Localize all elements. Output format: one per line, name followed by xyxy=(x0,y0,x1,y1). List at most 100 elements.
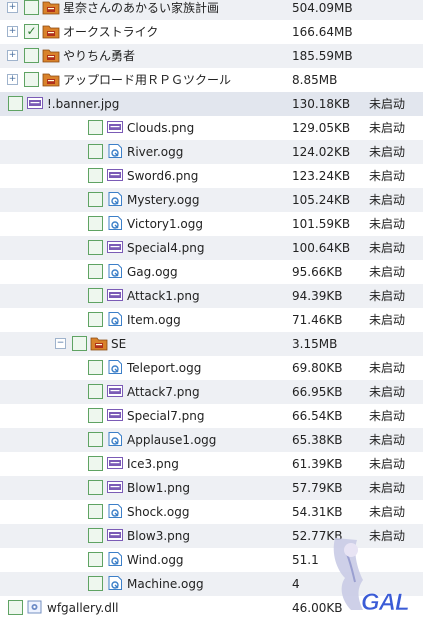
tree-folder-row[interactable]: +アップロード用ＲＰＧツクール8.85MB xyxy=(0,68,423,92)
row-checkbox[interactable] xyxy=(24,72,39,87)
tree-file-row[interactable]: Special7.png66.54KB未启动 xyxy=(0,404,423,428)
row-checkbox[interactable] xyxy=(88,576,103,591)
item-name: Gag.ogg xyxy=(127,264,178,280)
item-size: 57.79KB xyxy=(292,480,342,496)
item-size: 3.15MB xyxy=(292,336,337,352)
item-status: 未启动 xyxy=(369,504,405,520)
expand-icon[interactable]: + xyxy=(7,2,18,13)
item-name: Item.ogg xyxy=(127,312,181,328)
row-checkbox[interactable] xyxy=(88,384,103,399)
folder-icon xyxy=(42,47,60,63)
row-checkbox[interactable] xyxy=(88,432,103,447)
folder-icon xyxy=(90,335,108,351)
tree-file-row[interactable]: River.ogg124.02KB未启动 xyxy=(0,140,423,164)
row-checkbox[interactable] xyxy=(24,0,39,15)
row-checkbox[interactable] xyxy=(88,192,103,207)
image-file-icon xyxy=(106,119,124,135)
item-name: Attack7.png xyxy=(127,384,200,400)
tree-file-row[interactable]: Attack1.png94.39KB未启动 xyxy=(0,284,423,308)
tree-folder-row[interactable]: + ✓ オークストライク 166.64MB xyxy=(0,20,423,44)
tree-file-row[interactable]: Gag.ogg95.66KB未启动 xyxy=(0,260,423,284)
tree-file-row[interactable]: Item.ogg71.46KB未启动 xyxy=(0,308,423,332)
item-name: Applause1.ogg xyxy=(127,432,216,448)
audio-file-icon xyxy=(106,503,124,519)
item-size: 61.39KB xyxy=(292,456,342,472)
row-checkbox[interactable] xyxy=(88,264,103,279)
item-size: 51.1 xyxy=(292,552,319,568)
collapse-icon[interactable]: − xyxy=(55,338,66,349)
item-status: 未启动 xyxy=(369,120,405,136)
row-checkbox[interactable] xyxy=(88,456,103,471)
image-file-icon xyxy=(106,407,124,423)
image-file-icon xyxy=(26,95,44,111)
row-checkbox[interactable] xyxy=(88,120,103,135)
tree-file-row[interactable]: Applause1.ogg65.38KB未启动 xyxy=(0,428,423,452)
row-checkbox[interactable] xyxy=(8,600,23,615)
folder-icon xyxy=(42,23,60,39)
tree-file-row[interactable]: Shock.ogg54.31KB未启动 xyxy=(0,500,423,524)
item-name: Sword6.png xyxy=(127,168,198,184)
file-tree: +星奈さんのあかるい家族計画504.09MB+✓オークストライク166.64MB… xyxy=(0,0,423,614)
item-size: 65.38KB xyxy=(292,432,342,448)
tree-file-row[interactable]: !.banner.jpg130.18KB未启动 xyxy=(0,92,423,116)
watermark-text: GAL xyxy=(361,589,409,614)
row-checkbox[interactable]: ✓ xyxy=(24,24,39,39)
tree-folder-row[interactable]: − SE 3.15MB xyxy=(0,332,423,356)
item-size: 166.64MB xyxy=(292,24,353,40)
row-checkbox[interactable] xyxy=(88,288,103,303)
row-checkbox[interactable] xyxy=(88,168,103,183)
row-checkbox[interactable] xyxy=(88,504,103,519)
tree-file-row[interactable]: Mystery.ogg105.24KB未启动 xyxy=(0,188,423,212)
expand-icon[interactable]: + xyxy=(7,26,18,37)
item-size: 100.64KB xyxy=(292,240,350,256)
audio-file-icon xyxy=(106,191,124,207)
item-name: Machine.ogg xyxy=(127,576,204,592)
row-checkbox[interactable] xyxy=(88,312,103,327)
audio-file-icon xyxy=(106,575,124,591)
dll-file-icon xyxy=(26,599,44,615)
item-status: 未启动 xyxy=(369,360,405,376)
row-checkbox[interactable] xyxy=(88,216,103,231)
expand-icon[interactable]: + xyxy=(7,50,18,61)
row-checkbox[interactable] xyxy=(88,408,103,423)
tree-file-row[interactable]: Attack7.png66.95KB未启动 xyxy=(0,380,423,404)
item-status: 未启动 xyxy=(369,240,405,256)
tree-file-row[interactable]: Blow1.png57.79KB未启动 xyxy=(0,476,423,500)
item-name: Attack1.png xyxy=(127,288,200,304)
item-status: 未启动 xyxy=(369,456,405,472)
item-name: Shock.ogg xyxy=(127,504,190,520)
item-name: !.banner.jpg xyxy=(47,96,119,112)
tree-file-row[interactable]: Victory1.ogg101.59KB未启动 xyxy=(0,212,423,236)
audio-file-icon xyxy=(106,431,124,447)
item-status: 未启动 xyxy=(369,408,405,424)
folder-icon xyxy=(42,71,60,87)
item-name: Blow3.png xyxy=(127,528,190,544)
item-name: SE xyxy=(111,336,126,352)
row-checkbox[interactable] xyxy=(88,528,103,543)
tree-file-row[interactable]: Teleport.ogg69.80KB未启动 xyxy=(0,356,423,380)
item-name: Wind.ogg xyxy=(127,552,184,568)
watermark: GAL xyxy=(317,534,417,614)
item-size: 95.66KB xyxy=(292,264,342,280)
tree-file-row[interactable]: Clouds.png129.05KB未启动 xyxy=(0,116,423,140)
row-checkbox[interactable] xyxy=(8,96,23,111)
tree-folder-row[interactable]: +星奈さんのあかるい家族計画504.09MB xyxy=(0,0,423,20)
row-checkbox[interactable] xyxy=(24,48,39,63)
row-checkbox[interactable] xyxy=(88,480,103,495)
item-status: 未启动 xyxy=(369,384,405,400)
tree-file-row[interactable]: Sword6.png123.24KB未启动 xyxy=(0,164,423,188)
item-size: 8.85MB xyxy=(292,72,337,88)
row-checkbox[interactable] xyxy=(88,360,103,375)
tree-file-row[interactable]: Special4.png100.64KB未启动 xyxy=(0,236,423,260)
row-checkbox[interactable] xyxy=(72,336,87,351)
row-checkbox[interactable] xyxy=(88,144,103,159)
expand-icon[interactable]: + xyxy=(7,74,18,85)
item-status: 未启动 xyxy=(369,312,405,328)
row-checkbox[interactable] xyxy=(88,240,103,255)
item-status: 未启动 xyxy=(369,192,405,208)
tree-file-row[interactable]: Ice3.png61.39KB未启动 xyxy=(0,452,423,476)
image-file-icon xyxy=(106,167,124,183)
row-checkbox[interactable] xyxy=(88,552,103,567)
item-name: オークストライク xyxy=(63,24,158,40)
tree-folder-row[interactable]: +やりちん勇者185.59MB xyxy=(0,44,423,68)
